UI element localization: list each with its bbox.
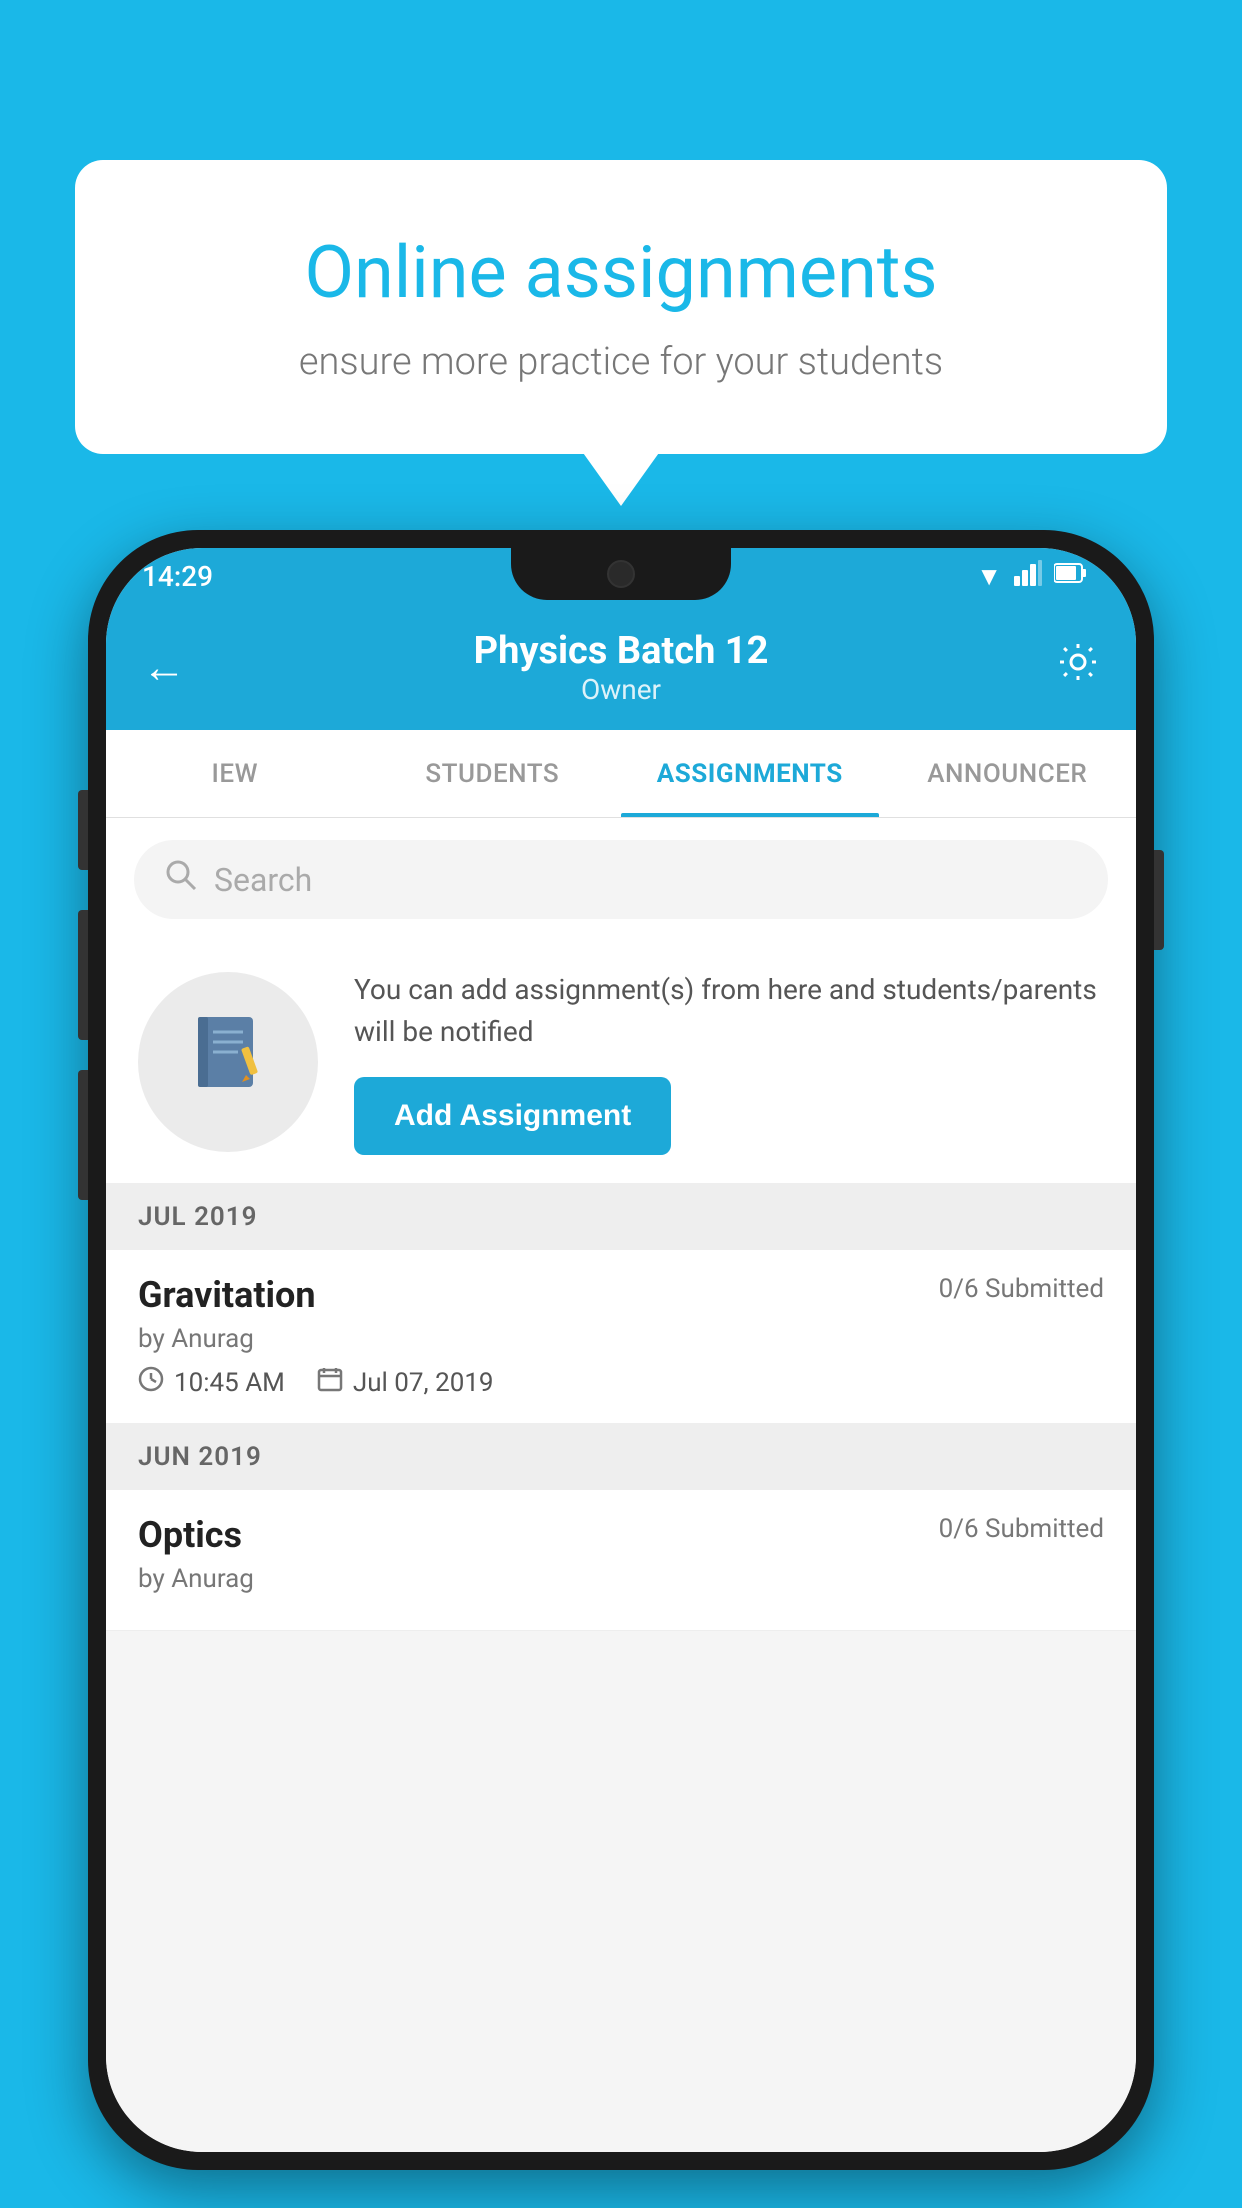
assignment-gravitation-submitted: 0/6 Submitted — [939, 1274, 1104, 1304]
phone-frame: 14:29 ▼ — [88, 530, 1154, 2170]
section-jul-label: JUL 2019 — [138, 1202, 258, 1232]
tabs-bar: IEW STUDENTS ASSIGNMENTS ANNOUNCER — [106, 730, 1136, 818]
assignment-optics-by: by Anurag — [138, 1564, 1104, 1594]
assignment-optics[interactable]: Optics 0/6 Submitted by Anurag — [106, 1490, 1136, 1631]
assignment-gravitation-meta: 10:45 AM Jul 07, 201 — [138, 1366, 1104, 1399]
assignment-gravitation[interactable]: Gravitation 0/6 Submitted by Anurag — [106, 1250, 1136, 1424]
assignment-optics-row1: Optics 0/6 Submitted — [138, 1514, 1104, 1556]
promo-icon-circle — [138, 972, 318, 1152]
assignment-time: 10:45 AM — [138, 1366, 285, 1399]
clock-icon — [138, 1366, 164, 1399]
assignment-optics-name: Optics — [138, 1514, 242, 1556]
section-jun-2019: JUN 2019 — [106, 1424, 1136, 1490]
back-button[interactable]: ← — [142, 641, 186, 693]
content-scroll: Search — [106, 818, 1136, 2152]
assignment-time-value: 10:45 AM — [174, 1368, 285, 1398]
search-placeholder: Search — [214, 861, 312, 899]
app-header: ← Physics Batch 12 Owner — [106, 604, 1136, 730]
wifi-icon: ▼ — [976, 561, 1002, 592]
header-title-block: Physics Batch 12 Owner — [186, 629, 1056, 706]
status-icons: ▼ — [976, 560, 1088, 593]
speech-bubble-container: Online assignments ensure more practice … — [75, 160, 1167, 454]
front-camera — [607, 560, 635, 588]
phone-wrapper: 14:29 ▼ — [88, 530, 1154, 2170]
tab-overview[interactable]: IEW — [106, 730, 364, 817]
settings-icon[interactable] — [1056, 640, 1100, 694]
volume-up-button — [78, 910, 88, 1040]
header-title: Physics Batch 12 — [186, 629, 1056, 673]
section-jul-2019: JUL 2019 — [106, 1184, 1136, 1250]
assignment-row-title: Gravitation 0/6 Submitted — [138, 1274, 1104, 1316]
search-input-wrap[interactable]: Search — [134, 840, 1108, 919]
power-button — [1154, 850, 1164, 950]
calendar-icon — [317, 1366, 343, 1399]
promo-section: You can add assignment(s) from here and … — [106, 941, 1136, 1184]
notebook-icon — [183, 1007, 273, 1117]
signal-icon — [1014, 560, 1042, 593]
tab-students[interactable]: STUDENTS — [364, 730, 622, 817]
search-container: Search — [106, 818, 1136, 941]
tab-announcements[interactable]: ANNOUNCER — [879, 730, 1137, 817]
speech-bubble: Online assignments ensure more practice … — [75, 160, 1167, 454]
assignment-date-value: Jul 07, 2019 — [353, 1368, 494, 1398]
assignment-gravitation-by: by Anurag — [138, 1324, 1104, 1354]
assignment-date: Jul 07, 2019 — [317, 1366, 494, 1399]
promo-description: You can add assignment(s) from here and … — [354, 969, 1104, 1053]
tab-assignments[interactable]: ASSIGNMENTS — [621, 730, 879, 817]
assignment-optics-submitted: 0/6 Submitted — [939, 1514, 1104, 1544]
phone-notch — [511, 548, 731, 600]
battery-icon — [1054, 561, 1088, 591]
speech-bubble-subtitle: ensure more practice for your students — [135, 340, 1107, 384]
add-assignment-button[interactable]: Add Assignment — [354, 1077, 671, 1155]
section-jun-label: JUN 2019 — [138, 1442, 262, 1472]
mute-button — [78, 790, 88, 870]
assignment-gravitation-name: Gravitation — [138, 1274, 316, 1316]
header-subtitle: Owner — [186, 673, 1056, 706]
speech-bubble-title: Online assignments — [135, 230, 1107, 316]
search-icon — [164, 858, 198, 901]
phone-screen: 14:29 ▼ — [106, 548, 1136, 2152]
volume-down-button — [78, 1070, 88, 1200]
promo-text-area: You can add assignment(s) from here and … — [354, 969, 1104, 1155]
status-time: 14:29 — [142, 560, 213, 593]
